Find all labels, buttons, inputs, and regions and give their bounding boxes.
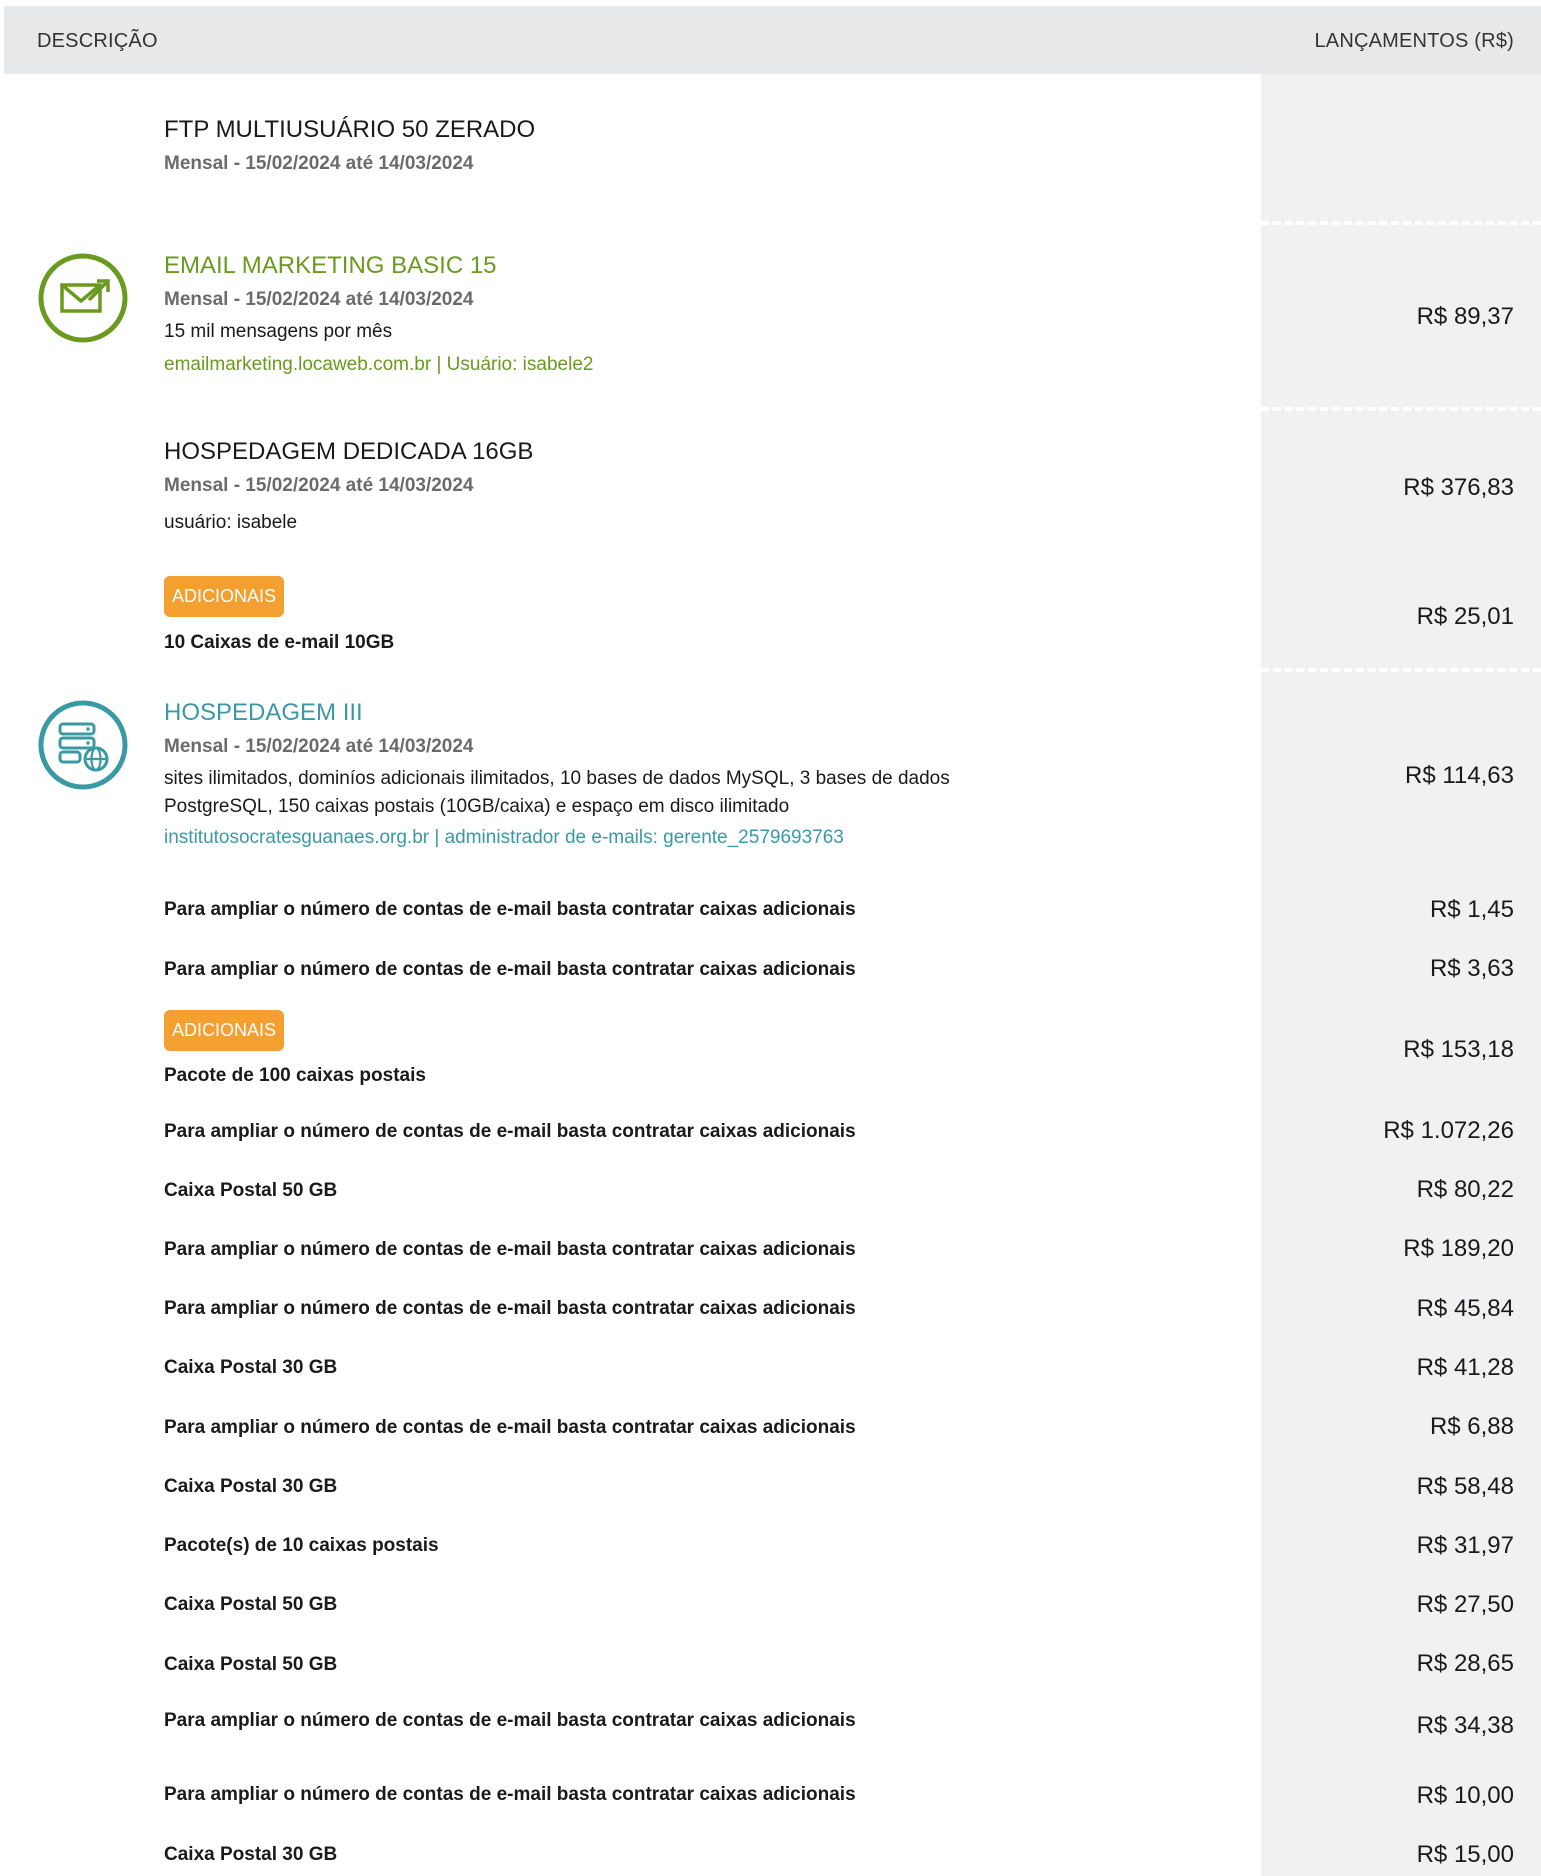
line-item-label: Para ampliar o número de contas de e-mai… — [164, 959, 856, 980]
service-period: Mensal - 15/02/2024 até 14/03/2024 — [164, 475, 474, 496]
addons-badge: ADICIONAIS — [164, 1010, 285, 1051]
service-title: HOSPEDAGEM DEDICADA 16GB — [164, 438, 534, 465]
service-title: EMAIL MARKETING BASIC 15 — [164, 252, 497, 279]
addon-label: Pacote de 100 caixas postais — [164, 1065, 426, 1086]
addon-amount: R$ 41,28 — [1416, 1354, 1514, 1381]
section-divider — [1261, 221, 1541, 225]
line-item-label: Para ampliar o número de contas de e-mai… — [164, 899, 856, 920]
addon-label: Para ampliar o número de contas de e-mai… — [164, 1298, 856, 1319]
service-period: Mensal - 15/02/2024 até 14/03/2024 — [164, 736, 474, 757]
addon-amount: R$ 80,22 — [1416, 1176, 1514, 1203]
addon-label: Para ampliar o número de contas de e-mai… — [164, 1710, 856, 1731]
addon-amount: R$ 10,00 — [1416, 1782, 1514, 1809]
amount-column-header: LANÇAMENTOS (R$) — [1314, 30, 1514, 52]
addon-label: Para ampliar o número de contas de e-mai… — [164, 1121, 856, 1142]
addon-amount: R$ 15,00 — [1416, 1841, 1514, 1868]
addon-label: 10 Caixas de e-mail 10GB — [164, 632, 395, 653]
email-marketing-icon — [38, 253, 128, 343]
service-info-line1: sites ilimitados, dominíos adicionais il… — [164, 768, 950, 789]
addon-label: Caixa Postal 50 GB — [164, 1654, 338, 1675]
service-period: Mensal - 15/02/2024 até 14/03/2024 — [164, 289, 474, 310]
addon-amount: R$ 189,20 — [1403, 1235, 1514, 1262]
addon-amount: R$ 34,38 — [1416, 1712, 1514, 1739]
addon-label: Caixa Postal 50 GB — [164, 1594, 338, 1615]
addon-amount: R$ 6,88 — [1429, 1413, 1514, 1440]
addon-amount: R$ 153,18 — [1403, 1036, 1514, 1063]
addon-label: Caixa Postal 50 GB — [164, 1180, 338, 1201]
addon-amount: R$ 28,65 — [1416, 1650, 1514, 1677]
addon-label: Caixa Postal 30 GB — [164, 1844, 338, 1865]
service-amount: R$ 376,83 — [1403, 474, 1514, 501]
addon-amount: R$ 45,84 — [1416, 1295, 1514, 1322]
service-period: Mensal - 15/02/2024 até 14/03/2024 — [164, 153, 474, 174]
service-link[interactable]: emailmarketing.locaweb.com.br | Usuário:… — [164, 354, 593, 376]
service-title: HOSPEDAGEM III — [164, 699, 363, 726]
hosting-server-globe-icon — [38, 700, 128, 790]
addon-amount: R$ 31,97 — [1416, 1532, 1514, 1559]
service-info: usuário: isabele — [164, 512, 298, 533]
section-divider — [1261, 407, 1541, 411]
service-title: FTP MULTIUSUÁRIO 50 ZERADO — [164, 116, 536, 143]
addon-label: Caixa Postal 30 GB — [164, 1476, 338, 1497]
addon-label: Pacote(s) de 10 caixas postais — [164, 1535, 439, 1556]
addon-amount: R$ 27,50 — [1416, 1591, 1514, 1618]
description-column-header: DESCRIÇÃO — [37, 30, 158, 52]
service-amount: R$ 114,63 — [1405, 762, 1514, 789]
line-item-amount: R$ 3,63 — [1429, 955, 1514, 982]
addons-badge: ADICIONAIS — [164, 576, 285, 617]
addon-label: Para ampliar o número de contas de e-mai… — [164, 1239, 856, 1260]
service-info: 15 mil mensagens por mês — [164, 321, 393, 342]
addon-amount: R$ 25,01 — [1416, 603, 1514, 630]
table-header: DESCRIÇÃO LANÇAMENTOS (R$) — [4, 6, 1541, 74]
line-item-amount: R$ 1,45 — [1429, 896, 1514, 923]
service-amount: R$ 89,37 — [1416, 303, 1514, 330]
addon-label: Para ampliar o número de contas de e-mai… — [164, 1784, 856, 1805]
service-link[interactable]: institutosocratesguanaes.org.br | admini… — [164, 827, 844, 849]
addon-amount: R$ 58,48 — [1416, 1473, 1514, 1500]
section-divider — [1261, 668, 1541, 672]
addon-label: Para ampliar o número de contas de e-mai… — [164, 1417, 856, 1438]
addon-label: Caixa Postal 30 GB — [164, 1357, 338, 1378]
addon-amount: R$ 1.072,26 — [1383, 1117, 1514, 1144]
service-info-line2: PostgreSQL, 150 caixas postais (10GB/cai… — [164, 796, 790, 817]
